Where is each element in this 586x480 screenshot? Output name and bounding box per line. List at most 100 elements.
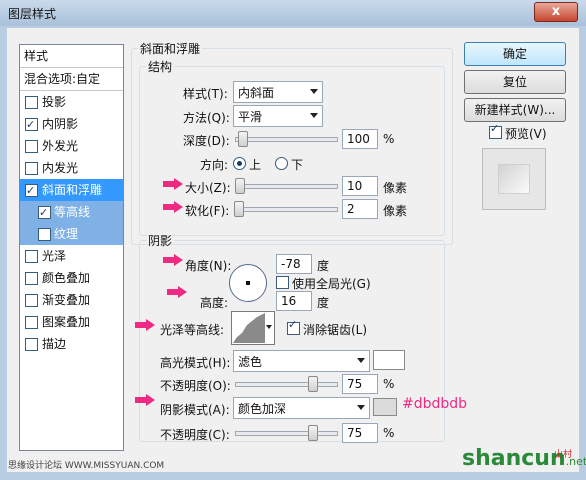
slider-thumb[interactable] [238,131,249,147]
checkbox[interactable] [25,250,38,263]
direction-up-label: 上 [249,158,262,172]
list-item-satin[interactable]: 光泽 [20,245,123,267]
chevron-down-icon [357,358,365,363]
direction-down-label: 下 [291,158,304,172]
depth-label: 深度(D): [183,134,230,148]
depth-slider[interactable] [235,129,338,147]
brand-cn: 山村 [554,450,573,460]
angle-unit: 度 [317,259,330,273]
soften-input[interactable]: 2 [342,199,378,219]
global-light-checkbox[interactable] [276,276,289,289]
gloss-contour-picker[interactable] [231,311,275,345]
styles-header[interactable]: 样式 [20,45,123,68]
style-label: 样式(T): [183,87,228,101]
technique-select[interactable]: 平滑 [233,105,323,127]
checkbox[interactable] [25,162,38,175]
shadow-mode-label: 阴影模式(A): [160,403,230,417]
annotation-arrow-icon [163,201,183,213]
checkbox[interactable] [25,140,38,153]
shadow-mode-select[interactable]: 颜色加深 [233,397,370,419]
angle-dial-dot [246,281,250,285]
direction-label: 方向: [200,158,229,172]
annotation-arrow-icon [167,286,187,298]
window-title: 图层样式 [8,7,57,21]
list-item-gradient-overlay[interactable]: 渐变叠加 [20,289,123,311]
depth-input[interactable]: 100 [342,129,378,149]
reset-button[interactable]: 复位 [464,70,566,94]
close-button[interactable]: x [534,2,578,22]
list-item-pattern-overlay[interactable]: 图案叠加 [20,311,123,333]
annotation-arrow-icon [163,254,183,266]
soften-slider[interactable] [234,199,338,217]
shadow-opacity-slider[interactable] [235,423,338,441]
list-item-drop-shadow[interactable]: 投影 [20,91,123,113]
soften-unit: 像素 [383,204,408,218]
slider-thumb[interactable] [308,376,319,392]
altitude-label: 高度: [200,296,229,310]
highlight-color-swatch[interactable] [373,350,405,370]
altitude-input[interactable]: 16 [276,291,312,311]
dialog-body: 样式 混合选项:自定 投影 内阴影 外发光 内发光 斜面和浮雕 等高线 纹理 光… [7,28,579,472]
angle-input[interactable]: -78 [276,254,312,274]
list-item-texture[interactable]: 纹理 [20,223,123,245]
preview-checkbox[interactable] [489,122,502,139]
highlight-mode-label: 高光模式(H): [160,356,231,370]
list-item-inner-shadow[interactable]: 内阴影 [20,113,123,136]
checkbox[interactable] [25,316,38,329]
antialias-checkbox[interactable] [287,318,300,335]
shadow-opacity-label: 不透明度(C): [160,428,230,442]
list-item-bevel-emboss[interactable]: 斜面和浮雕 [20,179,123,202]
list-item-stroke[interactable]: 描边 [20,333,123,355]
checkbox[interactable] [25,294,38,307]
size-input[interactable]: 10 [342,176,378,196]
slider-thumb[interactable] [308,425,319,441]
altitude-unit: 度 [317,296,330,310]
list-item-color-overlay[interactable]: 颜色叠加 [20,267,123,289]
checkbox[interactable] [25,114,38,136]
checkbox[interactable] [25,180,38,202]
slider-thumb[interactable] [235,178,246,194]
angle-dial[interactable] [229,264,267,302]
slider-thumb[interactable] [234,201,245,217]
highlight-opacity-label: 不透明度(O): [160,379,231,393]
watermark-text: 思缘设计论坛 WWW.MISSYUAN.COM [8,461,165,471]
highlight-mode-select[interactable]: 滤色 [233,350,370,372]
preview-box [482,148,546,210]
shadow-color-annotation: #dbdbdb [402,396,468,412]
size-unit: 像素 [383,181,408,195]
depth-unit: % [383,132,395,146]
global-light-label: 使用全局光(G) [292,277,371,291]
blend-options-item[interactable]: 混合选项:自定 [20,68,123,91]
styles-list: 样式 混合选项:自定 投影 内阴影 外发光 内发光 斜面和浮雕 等高线 纹理 光… [19,44,124,451]
shadow-color-swatch[interactable] [373,398,397,416]
contour-curve-icon [233,313,265,343]
checkbox[interactable] [25,272,38,285]
title-bar[interactable]: 图层样式 x [0,0,586,26]
checkbox[interactable] [38,202,51,224]
angle-label: 角度(N): [185,259,232,273]
size-label: 大小(Z): [185,181,231,195]
size-slider[interactable] [235,176,338,194]
antialias-label: 消除锯齿(L) [303,323,368,337]
chevron-down-icon [310,89,318,94]
shadow-opacity-input[interactable]: 75 [342,423,378,443]
chevron-down-icon [357,405,365,410]
ok-button[interactable]: 确定 [464,42,566,66]
direction-up-radio[interactable] [233,157,246,170]
checkbox[interactable] [38,228,51,241]
highlight-opacity-input[interactable]: 75 [342,374,378,394]
list-item-outer-glow[interactable]: 外发光 [20,135,123,157]
list-item-contour[interactable]: 等高线 [20,201,123,224]
list-item-inner-glow[interactable]: 内发光 [20,157,123,179]
checkbox[interactable] [25,338,38,351]
annotation-arrow-icon [135,319,155,331]
highlight-opacity-unit: % [383,377,395,391]
style-select[interactable]: 内斜面 [233,81,323,103]
checkbox[interactable] [25,96,38,109]
direction-down-radio[interactable] [275,157,288,170]
new-style-button[interactable]: 新建样式(W)... [464,98,566,122]
highlight-opacity-slider[interactable] [235,374,338,392]
preview-label: 预览(V) [505,127,547,141]
technique-label: 方法(Q): [183,111,230,125]
annotation-arrow-icon [135,394,155,406]
